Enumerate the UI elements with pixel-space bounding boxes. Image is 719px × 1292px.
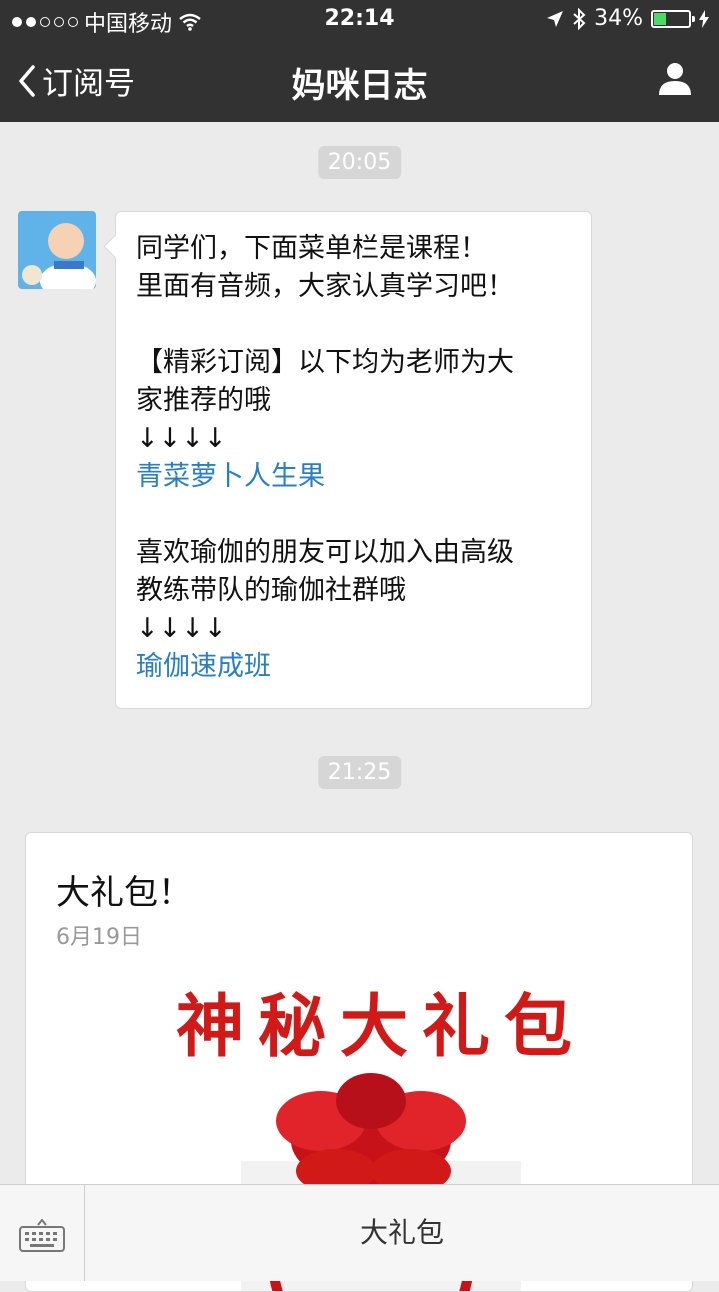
top-bar: 中国移动 22:14 34% 订阅号 妈咪日志 bbox=[0, 0, 719, 122]
message-line: 喜欢瑜伽的朋友可以加入由高级 bbox=[136, 537, 514, 568]
menu-item-gift[interactable]: 大礼包 bbox=[85, 1185, 719, 1281]
message-line: 家推荐的哦 bbox=[136, 385, 271, 416]
message-line: 同学们，下面菜单栏是课程！ bbox=[136, 233, 487, 264]
message-timestamp: 21:25 bbox=[317, 756, 402, 789]
keyboard-icon bbox=[19, 1219, 65, 1252]
charging-icon bbox=[699, 9, 709, 28]
arrows-line: ↓↓↓↓ bbox=[136, 613, 227, 644]
battery-percent: 34% bbox=[594, 6, 643, 31]
location-arrow-icon bbox=[547, 10, 564, 27]
page-title: 妈咪日志 bbox=[291, 66, 428, 106]
message-timestamp: 20:05 bbox=[317, 146, 402, 179]
status-bar: 中国移动 22:14 34% bbox=[0, 0, 719, 40]
arrows-line: ↓↓↓↓ bbox=[136, 423, 227, 454]
bluetooth-icon bbox=[573, 7, 586, 30]
card-date: 6月19日 bbox=[56, 925, 142, 950]
battery-icon bbox=[651, 9, 695, 28]
link-yoga-class[interactable]: 瑜伽速成班 bbox=[136, 648, 579, 686]
message-line: 教练带队的瑜伽社群哦 bbox=[136, 575, 406, 606]
message-line: 【精彩订阅】以下均为老师为大 bbox=[136, 347, 514, 378]
profile-button[interactable] bbox=[657, 60, 693, 100]
message-bubble[interactable]: 同学们，下面菜单栏是课程！ 里面有音频，大家认真学习吧！ 【精彩订阅】以下均为老… bbox=[115, 211, 592, 709]
message-line: 里面有音频，大家认真学习吧！ bbox=[136, 271, 514, 302]
bottom-menu-bar: 大礼包 bbox=[0, 1184, 719, 1281]
person-icon bbox=[659, 63, 691, 95]
card-title: 大礼包！ bbox=[56, 873, 192, 913]
link-qingcai[interactable]: 青菜萝卜人生果 bbox=[136, 458, 579, 496]
keyboard-toggle-button[interactable] bbox=[0, 1185, 85, 1281]
nav-bar: 订阅号 妈咪日志 bbox=[0, 40, 719, 122]
message-text: 同学们，下面菜单栏是课程！ 里面有音频，大家认真学习吧！ 【精彩订阅】以下均为老… bbox=[136, 230, 579, 686]
avatar[interactable] bbox=[18, 211, 96, 289]
